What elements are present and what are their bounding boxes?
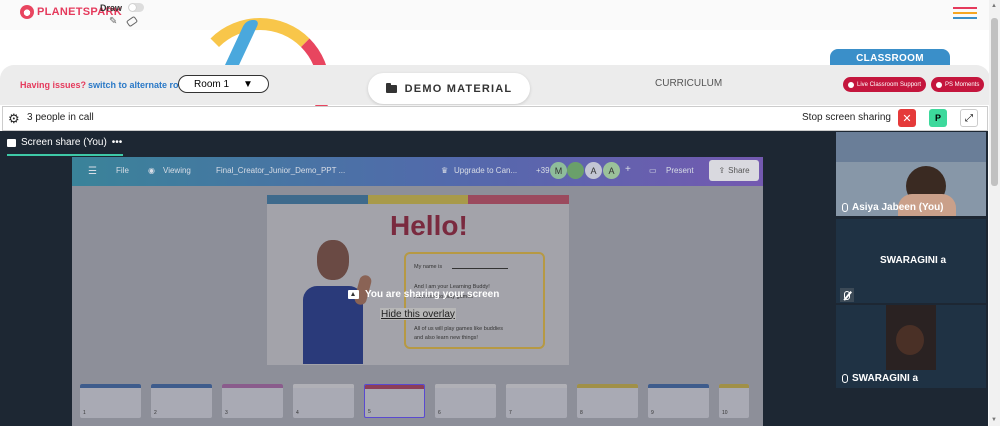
support-icon xyxy=(848,81,854,88)
card-line: and also learn new things! xyxy=(414,335,478,341)
close-icon: ✕ xyxy=(902,112,912,125)
screen-share-tab[interactable]: Screen share (You) ••• xyxy=(7,137,122,148)
avatar xyxy=(567,162,584,179)
moments-icon xyxy=(936,81,942,88)
draw-label: Draw xyxy=(100,3,123,13)
card-line: My name is xyxy=(414,264,443,270)
avatar: A xyxy=(603,162,620,179)
tab-curriculum[interactable]: CURRICULUM xyxy=(655,78,722,89)
doc-title: Final_Creator_Junior_Demo_PPT ... xyxy=(216,166,346,175)
screen-icon xyxy=(7,138,16,147)
participant-tile[interactable]: SWARAGINI a xyxy=(836,219,986,303)
slide-title: Hello! xyxy=(390,210,468,241)
upgrade-label: Upgrade to Can... xyxy=(454,166,518,175)
slide-color-strip xyxy=(267,195,570,204)
demo-material-label: DEMO MATERIAL xyxy=(404,82,513,95)
scrollbar-thumb[interactable] xyxy=(991,18,998,186)
participant-tile[interactable]: Asiya Jabeen (You) xyxy=(836,132,986,216)
more-options-icon[interactable]: ••• xyxy=(112,137,123,148)
switch-room-link[interactable]: switch to alternate room xyxy=(88,80,192,90)
microphone-icon[interactable] xyxy=(842,374,848,383)
mascot-icon xyxy=(20,5,34,19)
hide-overlay-link[interactable]: Hide this overlay xyxy=(380,308,456,320)
share-label: Share xyxy=(728,166,750,175)
participant-name: Asiya Jabeen (You) xyxy=(852,202,944,213)
top-bar xyxy=(0,0,990,30)
active-tab-indicator xyxy=(7,154,123,156)
slide-card: My name is And I am your Learning Buddy!… xyxy=(404,252,545,349)
slide-thumbnail: 5 xyxy=(364,384,425,418)
p-button[interactable]: P xyxy=(929,109,947,127)
participant-name: SWARAGINI a xyxy=(852,373,919,384)
mic-muted-icon[interactable] xyxy=(844,290,850,300)
menu-icon: ☰ xyxy=(88,166,97,177)
share-screen-icon xyxy=(348,290,359,299)
live-support-label: Live Classroom Support xyxy=(857,81,922,88)
fullscreen-icon[interactable]: ⤢ xyxy=(960,109,978,127)
stop-sharing-label: Stop screen sharing xyxy=(802,112,891,123)
collaborator-count: +39 xyxy=(536,166,550,175)
present-icon: ▭ xyxy=(649,166,657,175)
sharing-message: You are sharing your screen xyxy=(365,289,500,300)
issues-text: Having issues? switch to alternate room xyxy=(20,80,192,90)
slide-thumbnail: 6 xyxy=(435,384,496,418)
participant-name: SWARAGINI a xyxy=(880,255,947,266)
issues-label: Having issues? xyxy=(20,80,87,90)
slide-thumbnail: 3 xyxy=(222,384,283,418)
people-count: 3 people in call xyxy=(27,112,94,123)
caret-down-icon: ▼ xyxy=(243,78,253,90)
gear-icon[interactable]: ⚙ xyxy=(8,111,20,127)
slide-thumbnail: 9 xyxy=(648,384,709,418)
slide-thumbnail: 8 xyxy=(577,384,638,418)
teacher-image xyxy=(295,240,375,364)
slide-thumbnail: 7 xyxy=(506,384,567,418)
scrollbar[interactable]: ▲ ▼ xyxy=(989,0,1000,426)
card-line: All of us will play games like buddies xyxy=(414,326,503,332)
ps-moments-label: PS Moments xyxy=(945,81,980,88)
demo-material-button[interactable]: DEMO MATERIAL xyxy=(368,73,530,104)
canva-share-button: ⇪ Share xyxy=(709,160,759,181)
pencil-icon[interactable]: ✎ xyxy=(109,16,117,27)
scroll-down-icon[interactable]: ▼ xyxy=(991,417,997,423)
add-collaborator-icon: + xyxy=(625,164,631,175)
participant-tile[interactable]: SWARAGINI a xyxy=(836,305,986,388)
scroll-up-icon[interactable]: ▲ xyxy=(991,3,997,9)
stop-sharing-button[interactable]: ✕ xyxy=(898,109,916,127)
slide-thumbnail: 2 xyxy=(151,384,212,418)
eye-icon: ◉ xyxy=(148,166,155,175)
file-menu: File xyxy=(116,166,129,175)
draw-toggle[interactable] xyxy=(128,3,144,12)
avatar: A xyxy=(585,162,602,179)
slide-thumbnail: 4 xyxy=(293,384,354,418)
room-select[interactable]: Room 1 ▼ xyxy=(178,75,269,93)
hamburger-icon[interactable] xyxy=(953,7,977,19)
room-select-value: Room 1 xyxy=(194,78,230,90)
microphone-icon[interactable] xyxy=(842,203,848,212)
slide-thumbnail: 1 xyxy=(80,384,141,418)
present-label: Present xyxy=(666,166,694,175)
crown-icon: ♛ xyxy=(441,166,449,175)
slide-thumbnail: 10 xyxy=(719,384,749,418)
folder-icon xyxy=(385,82,397,93)
screen-share-label: Screen share (You) xyxy=(21,137,107,148)
slide-thumbnails: 1 2 3 4 5 6 7 8 9 10 xyxy=(80,384,760,420)
upload-icon: ⇪ xyxy=(718,166,726,175)
ps-moments-button[interactable]: PS Moments xyxy=(931,77,985,92)
viewing-label: Viewing xyxy=(163,166,191,175)
live-classroom-support-button[interactable]: Live Classroom Support xyxy=(843,77,927,92)
avatar: M xyxy=(550,162,567,179)
sharing-overlay: You are sharing your screen xyxy=(348,289,499,300)
